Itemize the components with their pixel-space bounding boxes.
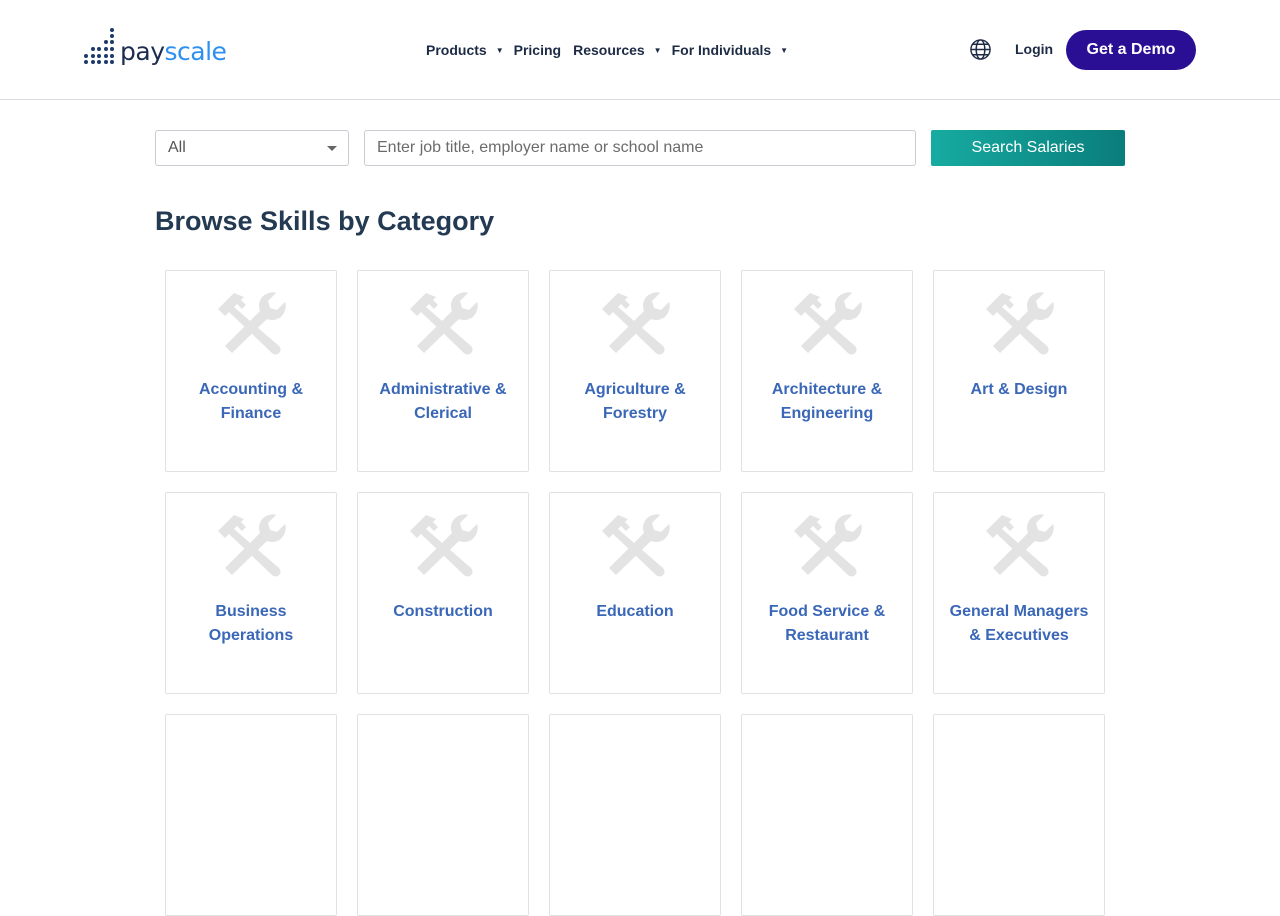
login-link[interactable]: Login bbox=[1015, 41, 1053, 57]
category-label[interactable]: Accounting & Finance bbox=[174, 378, 328, 426]
category-card[interactable]: Architecture & Engineering bbox=[741, 270, 913, 472]
category-label[interactable]: Business Operations bbox=[174, 600, 328, 648]
category-card[interactable]: General Managers & Executives bbox=[933, 492, 1105, 694]
hammer-wrench-icon bbox=[984, 291, 1056, 355]
category-label-line: Education bbox=[596, 603, 674, 620]
category-label-line: Finance bbox=[220, 405, 282, 422]
hammer-wrench-icon bbox=[600, 513, 672, 577]
hammer-wrench-icon bbox=[792, 291, 864, 355]
category-label[interactable]: Architecture & Engineering bbox=[750, 378, 904, 426]
category-card[interactable] bbox=[933, 714, 1105, 916]
category-card[interactable] bbox=[165, 714, 337, 916]
category-card[interactable] bbox=[549, 714, 721, 916]
category-card[interactable]: Agriculture & Forestry bbox=[549, 270, 721, 472]
category-label-line: Clerical bbox=[414, 405, 472, 422]
nav-resources[interactable]: Resources ▼ bbox=[573, 42, 662, 58]
logo-dots-icon bbox=[84, 28, 116, 66]
category-label-line: Agriculture & bbox=[584, 381, 686, 398]
category-label-line: Forestry bbox=[602, 405, 668, 422]
hammer-wrench-icon bbox=[216, 513, 288, 577]
category-label-line: Engineering bbox=[780, 405, 874, 422]
hammer-wrench-icon bbox=[792, 513, 864, 577]
hammer-wrench-icon bbox=[408, 513, 480, 577]
category-label[interactable]: General Managers & Executives bbox=[942, 600, 1096, 648]
category-label-line: Construction bbox=[393, 603, 493, 620]
category-card[interactable]: Art & Design bbox=[933, 270, 1105, 472]
page-title: Browse Skills by Category bbox=[155, 206, 495, 236]
category-label[interactable]: Administrative & Clerical bbox=[366, 378, 520, 426]
nav-products-label: Products bbox=[426, 42, 487, 58]
nav-for-individuals[interactable]: For Individuals ▼ bbox=[672, 42, 789, 58]
category-label[interactable]: Construction bbox=[366, 600, 520, 624]
payscale-logo[interactable]: payscale bbox=[84, 28, 227, 66]
category-label[interactable]: Agriculture & Forestry bbox=[558, 378, 712, 426]
category-label-line: Operations bbox=[208, 627, 294, 644]
caret-down-icon: ▼ bbox=[780, 45, 789, 55]
category-card[interactable]: Education bbox=[549, 492, 721, 694]
search-input[interactable] bbox=[364, 130, 916, 166]
category-card[interactable]: Accounting & Finance bbox=[165, 270, 337, 472]
category-card[interactable]: Business Operations bbox=[165, 492, 337, 694]
select-value: All bbox=[168, 139, 186, 156]
category-card[interactable]: Administrative & Clerical bbox=[357, 270, 529, 472]
category-card[interactable] bbox=[357, 714, 529, 916]
nav-products[interactable]: Products ▼ bbox=[426, 42, 504, 58]
category-label-line: Administrative & bbox=[379, 381, 507, 398]
hammer-wrench-icon bbox=[984, 513, 1056, 577]
nav-resources-label: Resources bbox=[573, 42, 645, 58]
category-card[interactable] bbox=[741, 714, 913, 916]
caret-down-icon: ▼ bbox=[653, 45, 662, 55]
category-label[interactable]: Art & Design bbox=[942, 378, 1096, 402]
search-salaries-button[interactable]: Search Salaries bbox=[931, 130, 1125, 166]
main-nav: Products ▼ Pricing Resources ▼ For Indiv… bbox=[426, 40, 788, 60]
category-label-line: Food Service & bbox=[768, 603, 886, 620]
category-label-line: General Managers bbox=[949, 603, 1089, 620]
category-label-line: Art & Design bbox=[970, 381, 1068, 398]
nav-pricing-label: Pricing bbox=[513, 42, 562, 58]
search-category-select[interactable]: All bbox=[155, 130, 349, 166]
category-label[interactable]: Food Service & Restaurant bbox=[750, 600, 904, 648]
caret-down-icon: ▼ bbox=[495, 45, 504, 55]
category-label-line: Accounting & bbox=[199, 381, 303, 398]
nav-for-individuals-label: For Individuals bbox=[671, 42, 772, 58]
hammer-wrench-icon bbox=[600, 291, 672, 355]
category-card[interactable]: Construction bbox=[357, 492, 529, 694]
category-label-line: Architecture & bbox=[771, 381, 883, 398]
hammer-wrench-icon bbox=[216, 291, 288, 355]
globe-icon[interactable] bbox=[969, 38, 992, 61]
category-label-line: Business bbox=[215, 603, 287, 620]
category-label[interactable]: Education bbox=[558, 600, 712, 624]
category-label-line: & Executives bbox=[969, 627, 1069, 644]
category-card[interactable]: Food Service & Restaurant bbox=[741, 492, 913, 694]
get-a-demo-button[interactable]: Get a Demo bbox=[1066, 30, 1196, 70]
logo-wordmark: payscale bbox=[120, 37, 227, 66]
hammer-wrench-icon bbox=[408, 291, 480, 355]
chevron-down-icon bbox=[327, 146, 337, 151]
site-header: payscale Products ▼ Pricing Resources ▼ … bbox=[0, 0, 1280, 100]
category-label-line: Restaurant bbox=[785, 627, 869, 644]
nav-pricing[interactable]: Pricing bbox=[514, 42, 561, 58]
